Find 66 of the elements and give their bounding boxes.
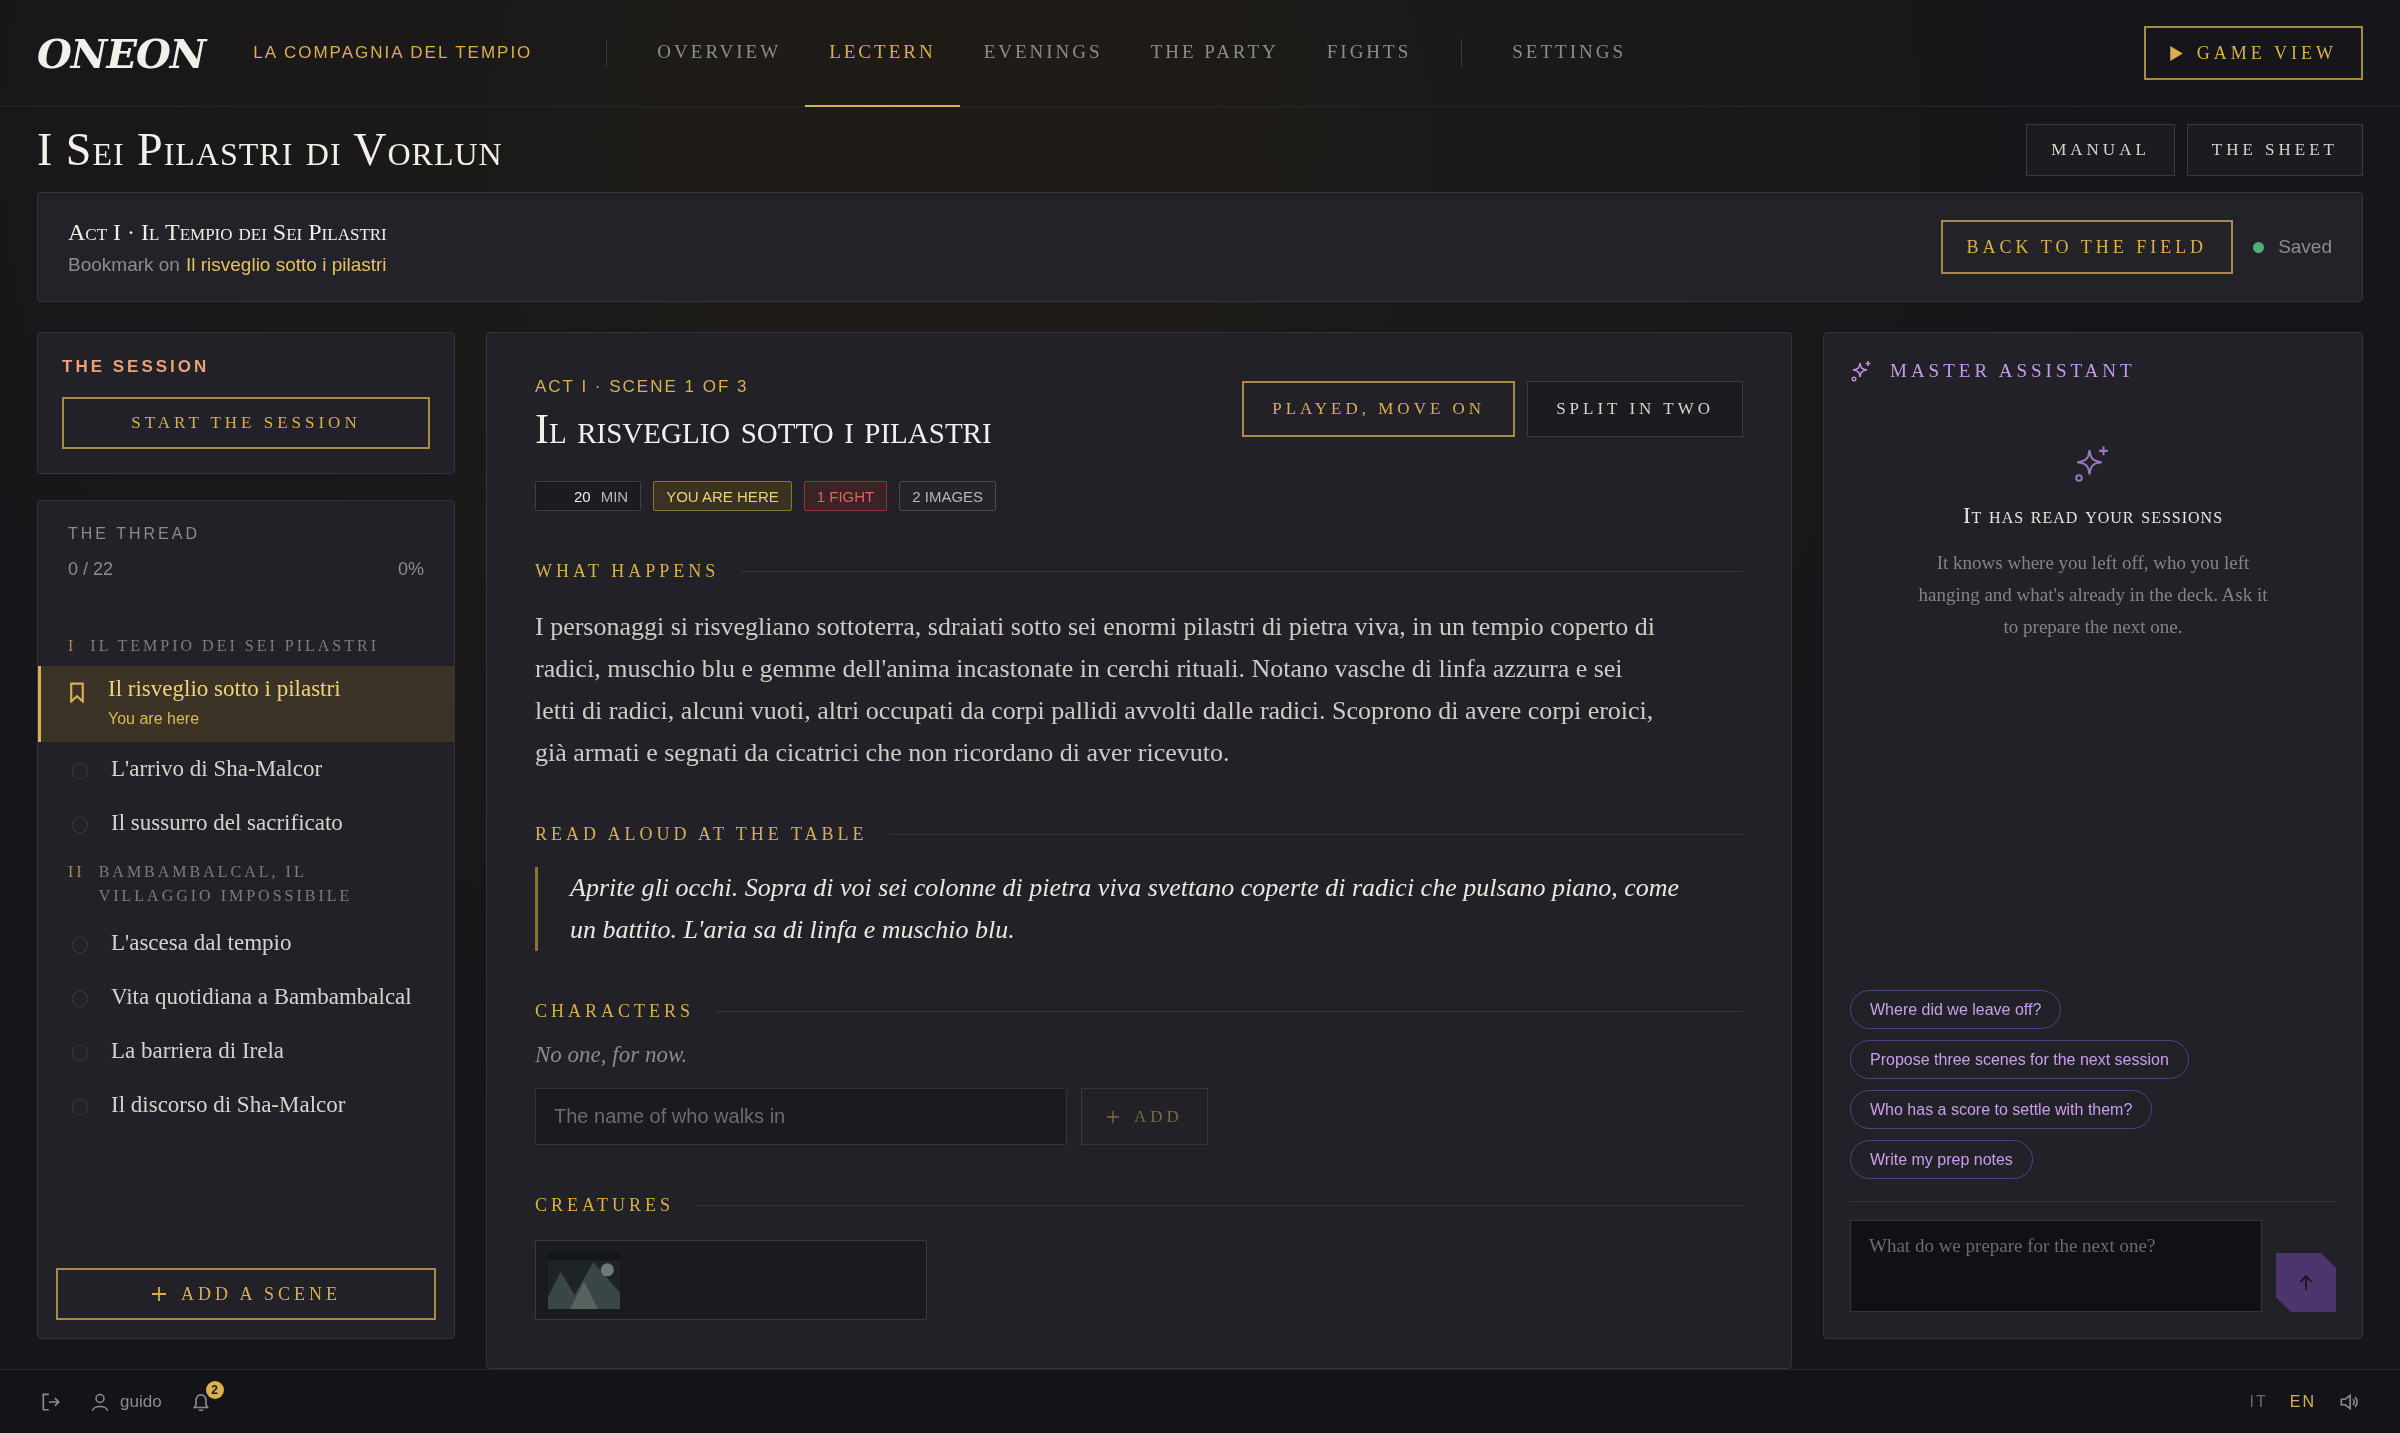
sparkle-icon — [1850, 359, 1874, 383]
nav-tab[interactable]: LECTERN — [805, 0, 960, 107]
section-heading: CHARACTERS — [535, 1001, 695, 1022]
scene-tag: 1 FIGHT — [803, 481, 888, 511]
scene-action-button[interactable]: SPLIT IN TWO — [1527, 381, 1743, 437]
scene-item[interactable]: Il risveglio sotto i pilastri You are here — [38, 666, 454, 742]
bookmark-label: Bookmark on — [68, 253, 180, 276]
act-numeral: I — [68, 636, 77, 656]
plus-icon — [1106, 1109, 1120, 1124]
nav-tab[interactable]: EVENINGS — [959, 0, 1127, 107]
act-heading: BAMBAMBALCAL, IL VILLAGGIO IMPOSSIBILE — [98, 862, 354, 906]
plus-icon — [151, 1286, 167, 1302]
header-button[interactable]: MANUAL — [2026, 123, 2175, 176]
assistant-empty-title: It has read your sessions — [1962, 503, 2224, 529]
play-icon — [2169, 45, 2183, 61]
scene-item[interactable]: L'arrivo di Sha-Malcor — [38, 742, 454, 796]
assistant-title: MASTER ASSISTANT — [1890, 360, 2136, 382]
scene-tag: 2 IMAGES — [899, 481, 997, 511]
logout-icon[interactable] — [40, 1390, 62, 1413]
thread-heading: THE THREAD — [67, 525, 201, 543]
scene-item[interactable]: L'ascesa dal tempio — [38, 916, 454, 970]
nav-tab[interactable]: THE PARTY — [1126, 0, 1303, 107]
scene-tag: YOU ARE HERE — [653, 481, 792, 511]
bookmark-icon — [68, 682, 86, 703]
scene-action-button[interactable]: PLAYED, MOVE ON — [1242, 381, 1516, 437]
duration-field[interactable]: 20 MIN — [535, 481, 642, 511]
empty-characters-text: No one, for now. — [535, 1042, 689, 1068]
section-heading: READ ALOUD AT THE TABLE — [535, 824, 868, 845]
nav-tab[interactable]: SETTINGS — [1488, 0, 1650, 107]
user-icon — [90, 1391, 110, 1412]
header-button[interactable]: THE SHEET — [2186, 123, 2363, 176]
prompt-field[interactable]: What do we prepare for the next one? — [1850, 1220, 2262, 1312]
session-heading: THE SESSION — [62, 357, 211, 377]
back-to-field-button[interactable]: BACK TO THE FIELD — [1940, 220, 2234, 274]
act-numeral: II — [68, 862, 85, 882]
section-heading: CREATURES — [535, 1195, 675, 1216]
scene-item[interactable]: La barriera di Irela — [38, 1024, 454, 1078]
game-view-button[interactable]: GAME VIEW — [2143, 26, 2363, 80]
read-aloud-quote: Aprite gli occhi. Sopra di voi sei colonne di pietra viva svettano coperte di radici che pulsano piano, come un battito. L'aria sa di linfa e muschio blu. — [535, 867, 1680, 951]
nav-tab[interactable]: FIGHTS — [1302, 0, 1436, 107]
arrow-up-icon — [2297, 1273, 2315, 1292]
notification-badge: 2 — [205, 1380, 224, 1399]
logo[interactable]: ONEON — [37, 29, 206, 77]
bookmark-link[interactable]: Il risveglio sotto i pilastri — [185, 253, 387, 276]
add-scene-button[interactable]: ADD A SCENE — [56, 1268, 436, 1320]
language-option[interactable]: EN — [2289, 1392, 2316, 1411]
section-heading: WHAT HAPPENS — [535, 561, 720, 582]
nav-tab[interactable]: OVERVIEW — [633, 0, 806, 107]
scene-description: I personaggi si risvegliano sottoterra, sdraiati sotto sei enormi pilastri di pietra viva, in un tempio coperto di radici, muschio blu e gemme dell'anima incastonate in cerchi rituali. Notano vasche di linfa azzurra e sei letti di radici, alcuni vuoti, altri occupati da corpi pallidi avvolti dalle radici. Scoprono di avere corpi eroici, già armati e segnati da cicatrici che non ricordano di aver ricevuto. — [535, 611, 1656, 769]
act-heading: IL TEMPIO DEI SEI PILASTRI — [90, 636, 379, 656]
user-link[interactable]: guido — [90, 1391, 162, 1412]
scene-item[interactable]: Vita quotidiana a Bambambalcal — [38, 970, 454, 1024]
status-dot — [2253, 241, 2265, 253]
character-name-field[interactable]: The name of who walks in — [535, 1088, 1067, 1145]
scene-eyebrow: ACT I · SCENE 1 OF 3 — [535, 377, 750, 397]
scene-count: 0 / 22 — [68, 559, 114, 580]
scene-item[interactable]: Il discorso di Sha-Malcor — [38, 1078, 454, 1132]
act-title: Act I · Il Tempio dei Sei Pilastri — [68, 218, 387, 246]
scene-title: Il risveglio sotto i pilastri — [535, 405, 992, 453]
save-status: Saved — [2278, 236, 2332, 258]
start-session-button[interactable]: START THE SESSION — [62, 397, 430, 449]
assistant-empty-text: It knows where you left off, who you left hanging and what's already in the deck. Ask it to prepare the next one. — [1918, 551, 2268, 639]
progress-percent: 0% — [398, 559, 424, 580]
page-title: I Sei Pilastri di Vorlun — [37, 123, 503, 176]
campaign-name[interactable]: LA COMPAGNIA DEL TEMPIO — [253, 43, 533, 63]
scene-item[interactable]: Il sussurro del sacrificato — [38, 796, 454, 850]
